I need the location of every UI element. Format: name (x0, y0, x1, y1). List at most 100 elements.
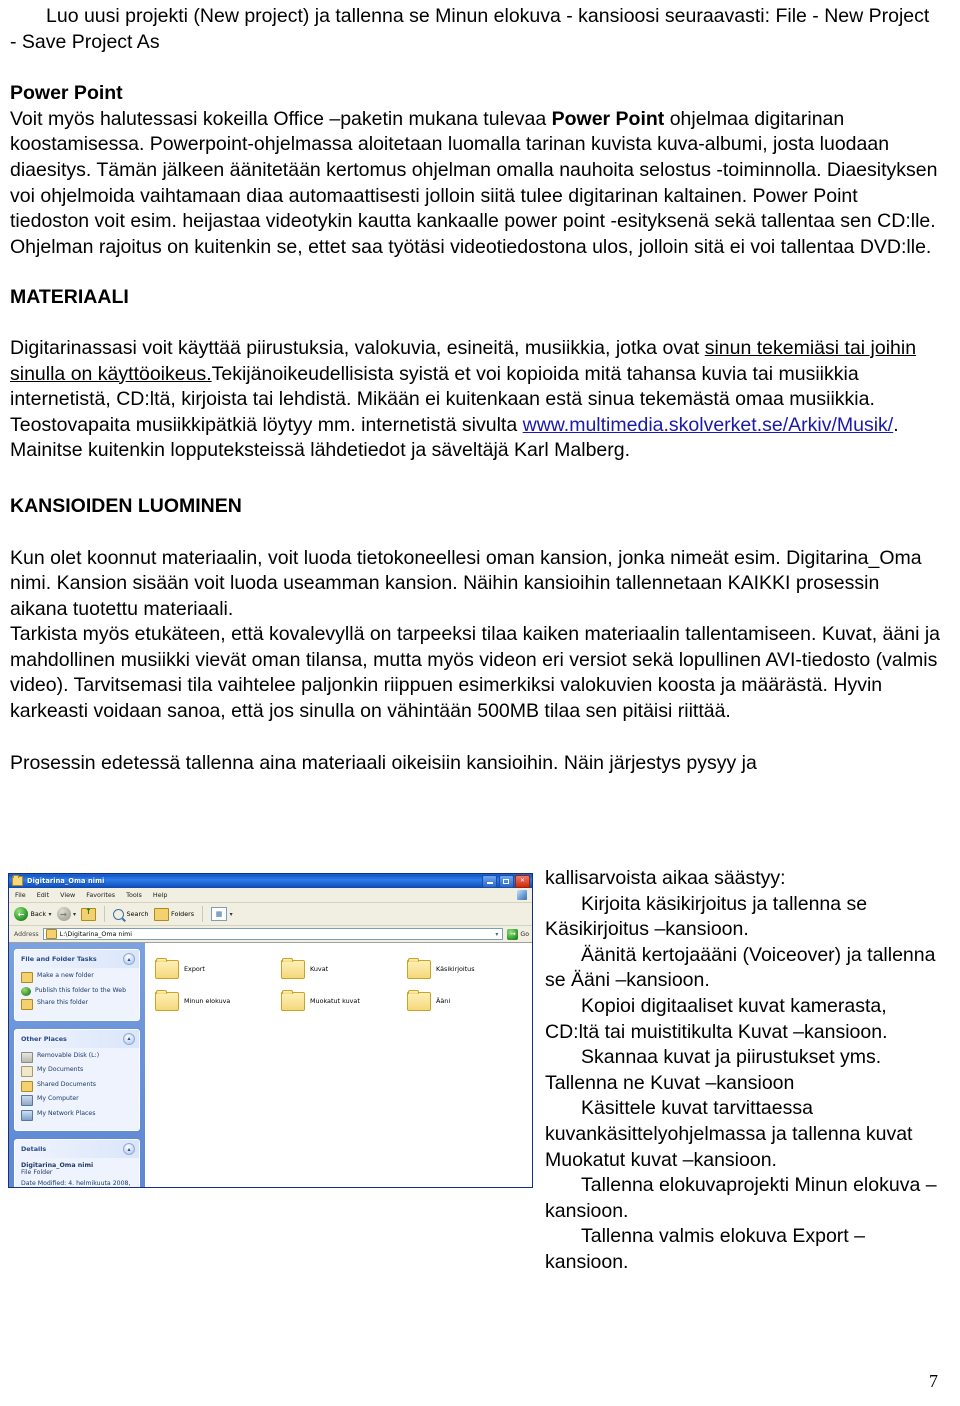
sidebar-link-label: Share this folder (37, 999, 89, 1006)
address-value: L:\Digitarina_Oma nimi (59, 930, 132, 938)
sidebar-link-shared-documents[interactable]: Shared Documents (21, 1080, 134, 1092)
search-button-label: Search (126, 910, 149, 918)
new-folder-icon (21, 972, 33, 983)
explorer-title-bar[interactable]: Digitarina_Oma nimi ✕ (9, 874, 532, 888)
my-documents-icon (21, 1066, 33, 1077)
minimize-icon (486, 882, 493, 884)
chevron-up-icon[interactable]: ▴ (123, 1032, 135, 1045)
close-button[interactable]: ✕ (515, 874, 530, 888)
instruction-text: Skannaa kuvat ja piirustukset yms. Talle… (545, 1046, 882, 1094)
menu-item-help[interactable]: Help (153, 891, 168, 899)
folder-up-icon (81, 907, 97, 921)
go-button[interactable]: → Go (507, 928, 529, 940)
search-button[interactable]: Search (113, 908, 149, 920)
instruction-text: Tallenna elokuvaprojekti Minun elokuva –… (545, 1174, 937, 1222)
maximize-button[interactable] (498, 874, 514, 888)
folder-label: Kuvat (310, 965, 329, 973)
folder-grid: Export Kuvat Käsikirjoitus Minun elokuva… (155, 953, 532, 1017)
sidebar-link-label: Removable Disk (L:) (37, 1051, 100, 1059)
sidebar-link-label: My Network Places (37, 1109, 96, 1117)
explorer-sidebar: File and Folder Tasks ▴ Make a new folde… (9, 943, 145, 1187)
sidebar-link-my-documents[interactable]: My Documents (21, 1066, 134, 1077)
details-folder-name: Digitarina_Oma nimi (21, 1162, 94, 1169)
instruction-text: Äänitä kertojaääni (Voiceover) ja tallen… (545, 943, 936, 992)
instruction-item-3: Kopioi digitaaliset kuvat kamerasta, CD:… (545, 994, 945, 1045)
pp-bold-power-point: Power Point (551, 107, 665, 130)
sidebar-link-my-network-places[interactable]: My Network Places (21, 1109, 134, 1121)
explorer-toolbar[interactable]: ← Back ▾ → ▾ Search Folder (9, 903, 532, 926)
forward-arrow-icon: → (56, 907, 71, 921)
materiaali-paragraph: Digitarinassasi voit käyttää piirustuksi… (10, 336, 940, 464)
panel-header[interactable]: File and Folder Tasks ▴ (15, 950, 139, 968)
powerpoint-paragraph: Voit myös halutessasi kokeilla Office –p… (10, 107, 940, 261)
instruction-item-4: Skannaa kuvat ja piirustukset yms. Talle… (545, 1045, 945, 1096)
panel-file-and-folder-tasks: File and Folder Tasks ▴ Make a new folde… (14, 949, 140, 1021)
folder-icon (407, 957, 431, 979)
menu-item-favorites[interactable]: Favorites (86, 891, 115, 899)
sidebar-link-publish-folder[interactable]: Publish this folder to the Web (21, 986, 134, 996)
intro-paragraph: Luo uusi projekti (New project) ja talle… (10, 4, 940, 55)
panel-other-places: Other Places ▴ Removable Disk (L:) My Do… (14, 1028, 140, 1131)
toolbar-separator (104, 906, 106, 922)
folders-button[interactable]: Folders (153, 907, 194, 921)
document-page: Luo uusi projekti (New project) ja talle… (0, 0, 960, 1406)
chevron-up-icon[interactable]: ▴ (123, 1143, 135, 1155)
chevron-down-icon[interactable]: ▾ (230, 911, 233, 918)
minimize-button[interactable] (482, 874, 497, 888)
folder-label: Käsikirjoitus (436, 965, 475, 973)
kansiot-paragraph-3: Prosessin edetessä tallenna aina materia… (10, 751, 757, 774)
views-button[interactable]: ▦ ▾ (211, 907, 233, 921)
panel-header[interactable]: Details ▴ (15, 1140, 139, 1158)
address-label: Address (14, 930, 39, 938)
details-date-modified: Date Modified: 4. helmikuuta 2008, 14:07 (21, 1179, 131, 1187)
windows-explorer-window[interactable]: Digitarina_Oma nimi ✕ File Edit View Fav… (8, 873, 533, 1188)
sidebar-link-label: My Documents (37, 1066, 84, 1073)
folder-item-muokatut-kuvat[interactable]: Muokatut kuvat (281, 985, 403, 1017)
sidebar-link-my-computer[interactable]: My Computer (21, 1095, 134, 1106)
sidebar-link-label: Make a new folder (37, 972, 94, 979)
chevron-down-icon[interactable]: ▾ (73, 911, 76, 918)
forward-button[interactable]: → ▾ (56, 907, 76, 921)
document-body: Luo uusi projekti (New project) ja talle… (10, 4, 940, 776)
sidebar-link-make-new-folder[interactable]: Make a new folder (21, 972, 134, 983)
folder-item-minun-elokuva[interactable]: Minun elokuva (155, 985, 277, 1017)
explorer-file-list[interactable]: Export Kuvat Käsikirjoitus Minun elokuva… (145, 943, 532, 1187)
mat-text-a: Digitarinassasi voit käyttää piirustuksi… (10, 336, 705, 359)
folder-icon (281, 957, 305, 979)
page-number: 7 (929, 1371, 938, 1391)
menu-item-tools[interactable]: Tools (126, 891, 142, 899)
chevron-down-icon[interactable]: ▾ (49, 911, 52, 918)
chevron-down-icon[interactable]: ▾ (495, 931, 500, 938)
explorer-menu-bar[interactable]: File Edit View Favorites Tools Help (9, 888, 532, 903)
folder-label: Ääni (436, 997, 451, 1005)
menu-item-file[interactable]: File (15, 891, 26, 899)
heading-power-point: Power Point (10, 82, 123, 105)
back-button[interactable]: ← Back ▾ (14, 907, 52, 921)
menu-item-edit[interactable]: Edit (37, 891, 49, 899)
address-input[interactable]: L:\Digitarina_Oma nimi ▾ (42, 928, 504, 940)
folder-icon (12, 875, 23, 886)
folder-item-kuvat[interactable]: Kuvat (281, 953, 403, 985)
sidebar-link-removable-disk[interactable]: Removable Disk (L:) (21, 1051, 134, 1063)
folder-item-aani[interactable]: Ääni (407, 985, 529, 1017)
external-link-multimedia-skolverket[interactable]: www.multimedia.skolverket.se/Arkiv/Musik… (523, 414, 894, 436)
panel-header[interactable]: Other Places ▴ (15, 1029, 139, 1048)
instruction-text: Kopioi digitaaliset kuvat kamerasta, CD:… (545, 994, 888, 1043)
up-button[interactable] (81, 907, 97, 921)
sidebar-link-share-folder[interactable]: Share this folder (21, 999, 134, 1010)
instruction-item-1: Kirjoita käsikirjoitus ja tallenna se Kä… (545, 892, 945, 943)
screenshot-and-list-region: Digitarina_Oma nimi ✕ File Edit View Fav… (0, 866, 960, 1366)
menu-item-view[interactable]: View (60, 891, 75, 899)
instruction-text: Kirjoita käsikirjoitus ja tallenna se Kä… (545, 892, 868, 941)
folder-item-kasikirjoitus[interactable]: Käsikirjoitus (407, 953, 529, 985)
folder-label: Export (184, 965, 205, 973)
folder-item-export[interactable]: Export (155, 953, 277, 985)
explorer-address-bar[interactable]: Address L:\Digitarina_Oma nimi ▾ → Go (9, 926, 532, 943)
instruction-text: Tallenna valmis elokuva Export –kansioon… (545, 1225, 865, 1273)
window-controls: ✕ (482, 874, 530, 888)
search-icon (113, 908, 125, 920)
chevron-up-icon[interactable]: ▴ (123, 953, 135, 965)
